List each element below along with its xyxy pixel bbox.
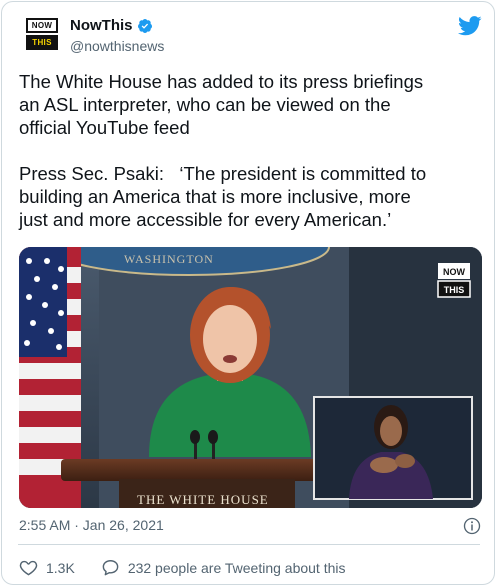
- info-icon[interactable]: [463, 517, 481, 535]
- briefing-video-frame: WASHINGTON THE WHITE HOUSE NOW THIS: [19, 247, 482, 508]
- badge-top-text: NOW: [443, 267, 466, 277]
- tweet-actions: 1.3K 232 people are Tweeting about this: [19, 558, 346, 577]
- conversation-text: 232 people are Tweeting about this: [127, 559, 346, 576]
- like-button[interactable]: 1.3K: [19, 558, 75, 577]
- badge-bottom-text: THIS: [444, 285, 465, 295]
- avatar[interactable]: NOW THIS: [26, 18, 58, 52]
- display-name[interactable]: NowThis: [70, 17, 133, 34]
- asl-interpreter-inset: [313, 396, 473, 500]
- tweet-text: The White House has added to its press b…: [19, 71, 427, 230]
- twitter-bird-icon[interactable]: [458, 16, 482, 36]
- backdrop-text: WASHINGTON: [124, 252, 214, 266]
- verified-badge-icon: [137, 18, 152, 33]
- podium-text: THE WHITE HOUSE: [137, 492, 269, 507]
- avatar-bottom-text: THIS: [26, 35, 58, 50]
- like-count: 1.3K: [46, 559, 75, 576]
- author-name-row[interactable]: NowThis: [70, 17, 153, 34]
- tweet-media[interactable]: WASHINGTON THE WHITE HOUSE NOW THIS: [19, 247, 482, 508]
- tweet-timestamp[interactable]: 2:55 AM · Jan 26, 2021: [19, 517, 164, 533]
- tweet-card: NOW THIS NowThis @nowthisnews The White …: [1, 1, 495, 585]
- handle[interactable]: @nowthisnews: [70, 38, 164, 54]
- divider: [18, 544, 480, 545]
- conversation-link[interactable]: 232 people are Tweeting about this: [101, 558, 346, 577]
- heart-icon: [19, 560, 38, 576]
- speech-bubble-icon: [102, 560, 119, 576]
- avatar-top-text: NOW: [26, 18, 58, 33]
